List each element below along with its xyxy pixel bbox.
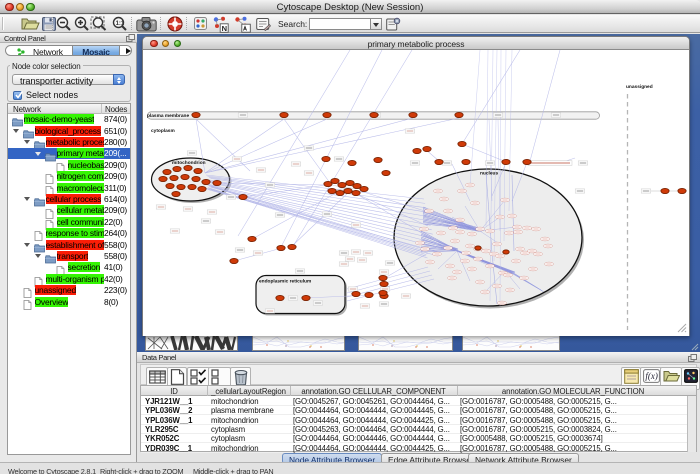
svg-text:cytoplasm: cytoplasm: [151, 128, 175, 134]
svg-text:plasma membrane: plasma membrane: [147, 113, 189, 119]
svg-text:mitochondrion: mitochondrion: [172, 160, 206, 166]
svg-text:unassigned: unassigned: [626, 84, 653, 90]
svg-text:1:1: 1:1: [116, 21, 125, 27]
svg-text:f(x): f(x): [645, 371, 658, 381]
svg-text:endoplasmic reticulum: endoplasmic reticulum: [259, 279, 311, 285]
svg-text:N: N: [222, 23, 227, 32]
svg-text:nucleus: nucleus: [480, 171, 498, 177]
